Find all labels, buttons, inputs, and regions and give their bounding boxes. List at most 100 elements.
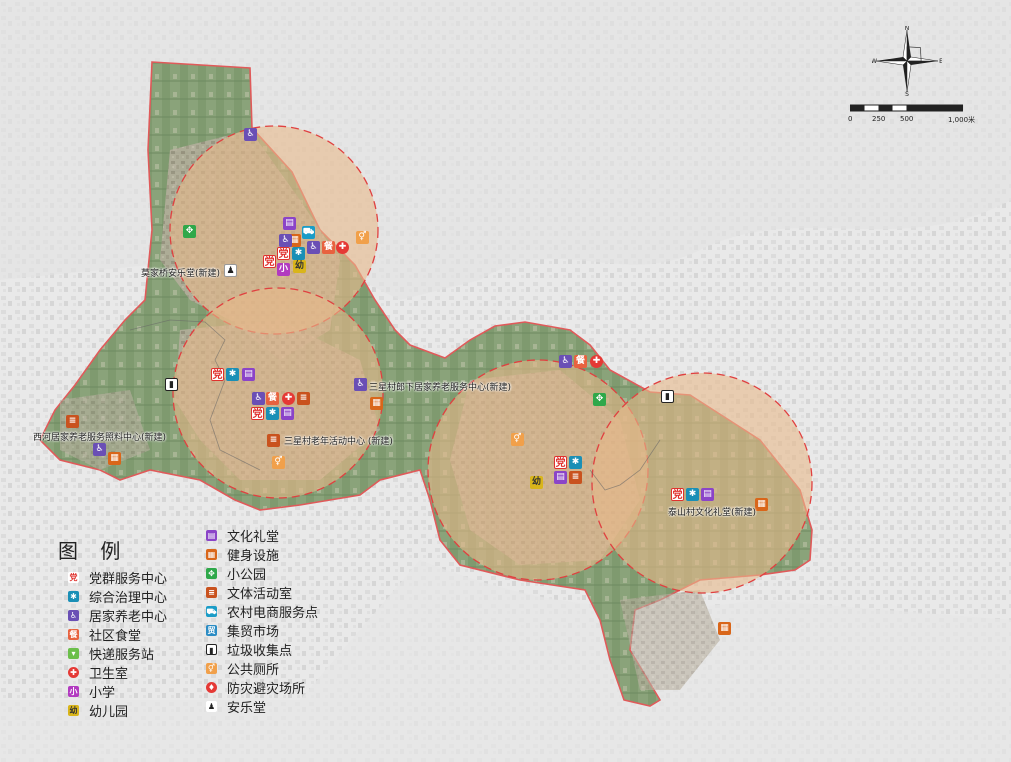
party-service-icon: 党 bbox=[251, 407, 264, 420]
culture-hall-icon: ▤ bbox=[281, 407, 294, 420]
label-sanxing-laonian: 三星村老年活动中心 (新建) bbox=[284, 437, 393, 447]
label-taishan: 泰山村文化礼堂(新建) bbox=[668, 508, 757, 518]
governance-center-icon: ✱ bbox=[569, 456, 582, 469]
governance-center-icon: ✱ bbox=[266, 407, 279, 420]
fitness-facility-icon: ▦ bbox=[108, 452, 121, 465]
elderly-care-icon: ♿ bbox=[354, 378, 367, 391]
primary-school-icon: 小 bbox=[277, 263, 290, 276]
label-xihe: 西河居家养老服务照料中心(新建) bbox=[33, 433, 167, 443]
elderly-care-icon: ♿ bbox=[252, 392, 265, 405]
clinic-icon: ✚ bbox=[336, 241, 349, 254]
culture-hall-icon: ▤ bbox=[206, 530, 217, 541]
governance-center-icon: ✱ bbox=[292, 247, 305, 260]
scale-label-1000: 1,000米 bbox=[948, 116, 976, 124]
fitness-facility-icon: ▦ bbox=[206, 549, 217, 560]
label-mojiaqiao: 莫家桥安乐堂(新建) bbox=[141, 269, 221, 279]
anle-hall-icon: ♟ bbox=[206, 701, 217, 712]
party-service-icon: 党 bbox=[277, 247, 290, 260]
kindergarten-icon: 幼 bbox=[68, 705, 79, 716]
scale-label-0: 0 bbox=[848, 115, 853, 123]
canteen-icon: 餐 bbox=[574, 355, 587, 368]
courier-station-icon: ▾ bbox=[68, 648, 79, 659]
legend-item: ▮ 垃圾收集点 bbox=[206, 640, 318, 659]
legend-title: 图 例 bbox=[58, 539, 129, 563]
market-icon: 贸 bbox=[206, 625, 217, 636]
legend-item: ✱ 综合治理中心 bbox=[68, 587, 167, 606]
scale-label-250: 250 bbox=[872, 115, 886, 123]
clinic-icon: ✚ bbox=[282, 392, 295, 405]
map-stage: ♿ ▤ ⛟ ✥ ▦ ♿ 餐 ✚ ⚥ 党 ✱ ♿ 党 小 幼 ♟ ♿ ▮ 党 ✱ … bbox=[0, 0, 1011, 762]
ecommerce-point-icon: ⛟ bbox=[302, 226, 315, 239]
scale-label-500: 500 bbox=[900, 115, 914, 123]
elderly-care-icon: ♿ bbox=[279, 234, 292, 247]
fitness-facility-icon: ▦ bbox=[755, 498, 768, 511]
fitness-facility-icon: ▦ bbox=[370, 397, 383, 410]
legend-item: ▦ 健身设施 bbox=[206, 549, 280, 564]
garbage-point-icon: ▮ bbox=[165, 378, 178, 391]
scale-bar: 0 250 500 1,000米 bbox=[848, 103, 990, 127]
governance-center-icon: ✱ bbox=[68, 591, 79, 602]
compass-n: N bbox=[905, 26, 910, 32]
party-service-icon: 党 bbox=[68, 572, 79, 583]
elderly-care-icon: ♿ bbox=[307, 241, 320, 254]
party-service-icon: 党 bbox=[554, 456, 567, 469]
kindergarten-icon: 幼 bbox=[293, 260, 306, 273]
anle-hall-icon: ♟ bbox=[224, 264, 237, 277]
public-toilet-icon: ⚥ bbox=[206, 663, 217, 674]
governance-center-icon: ✱ bbox=[686, 488, 699, 501]
elderly-care-icon: ♿ bbox=[559, 355, 572, 368]
activity-room-icon: ≡ bbox=[297, 392, 310, 405]
small-park-icon: ✥ bbox=[183, 225, 196, 238]
activity-room-icon: ≡ bbox=[267, 434, 280, 447]
legend: 图 例 党党群服务中心 ✱ 综合治理中心 ♿ 居家养老中心 餐社区食堂 ▾ 快递服务站… bbox=[58, 530, 358, 725]
party-service-icon: 党 bbox=[671, 488, 684, 501]
party-service-icon: 党 bbox=[211, 368, 224, 381]
legend-column-2: ▤ 文化礼堂 ▦ 健身设施 ✥ 小公园 ≡ 文体活动室 ⛟ 农村电商服务点 贸集贸市场 ▮… bbox=[206, 526, 318, 716]
legend-item: ⛟ 农村电商服务点 bbox=[206, 606, 319, 621]
legend-item: ✥ 小公园 bbox=[206, 564, 318, 583]
legend-item: ♦ 防灾避灾场所 bbox=[206, 682, 306, 697]
culture-hall-icon: ▤ bbox=[242, 368, 255, 381]
culture-hall-icon: ▤ bbox=[701, 488, 714, 501]
legend-item: 党党群服务中心 bbox=[68, 572, 168, 587]
garbage-point-icon: ▮ bbox=[206, 644, 217, 655]
elderly-care-icon: ♿ bbox=[244, 128, 257, 141]
legend-item: 小小学 bbox=[68, 686, 116, 701]
ecommerce-point-icon: ⛟ bbox=[206, 606, 217, 617]
small-park-icon: ✥ bbox=[206, 568, 217, 579]
compass-w: W bbox=[872, 58, 877, 65]
elderly-care-icon: ♿ bbox=[68, 610, 79, 621]
compass-s: S bbox=[905, 91, 909, 96]
culture-hall-icon: ▤ bbox=[283, 217, 296, 230]
canteen-icon: 餐 bbox=[322, 241, 335, 254]
service-radius-circle bbox=[591, 372, 813, 594]
legend-item: ✚ 卫生室 bbox=[68, 663, 167, 682]
legend-item: ▾ 快递服务站 bbox=[68, 644, 167, 663]
legend-item: ⚥ 公共厕所 bbox=[206, 663, 280, 678]
public-toilet-icon: ⚥ bbox=[272, 456, 285, 469]
elderly-care-icon: ♿ bbox=[93, 443, 106, 456]
activity-room-icon: ≡ bbox=[206, 587, 217, 598]
legend-item: ♟ 安乐堂 bbox=[206, 701, 267, 716]
canteen-icon: 餐 bbox=[68, 629, 79, 640]
north-arrow-icon: N S E W bbox=[872, 26, 942, 96]
legend-item: ♿ 居家养老中心 bbox=[68, 610, 168, 625]
culture-hall-icon: ▤ bbox=[554, 471, 567, 484]
fitness-facility-icon: ▦ bbox=[718, 622, 731, 635]
legend-item: ▤ 文化礼堂 bbox=[206, 530, 280, 545]
legend-item: ≡ 文体活动室 bbox=[206, 583, 318, 602]
party-service-icon: 党 bbox=[263, 255, 276, 268]
legend-item: 贸集贸市场 bbox=[206, 625, 280, 640]
public-toilet-icon: ⚥ bbox=[356, 231, 369, 244]
disaster-shelter-icon: ♦ bbox=[206, 682, 217, 693]
legend-item: 幼幼儿园 bbox=[68, 705, 129, 720]
activity-room-icon: ≡ bbox=[66, 415, 79, 428]
activity-room-icon: ≡ bbox=[569, 471, 582, 484]
governance-center-icon: ✱ bbox=[226, 368, 239, 381]
clinic-icon: ✚ bbox=[68, 667, 79, 678]
clinic-icon: ✚ bbox=[590, 355, 603, 368]
garbage-point-icon: ▮ bbox=[661, 390, 674, 403]
small-park-icon: ✥ bbox=[593, 393, 606, 406]
primary-school-icon: 小 bbox=[68, 686, 79, 697]
compass-e: E bbox=[939, 58, 942, 65]
